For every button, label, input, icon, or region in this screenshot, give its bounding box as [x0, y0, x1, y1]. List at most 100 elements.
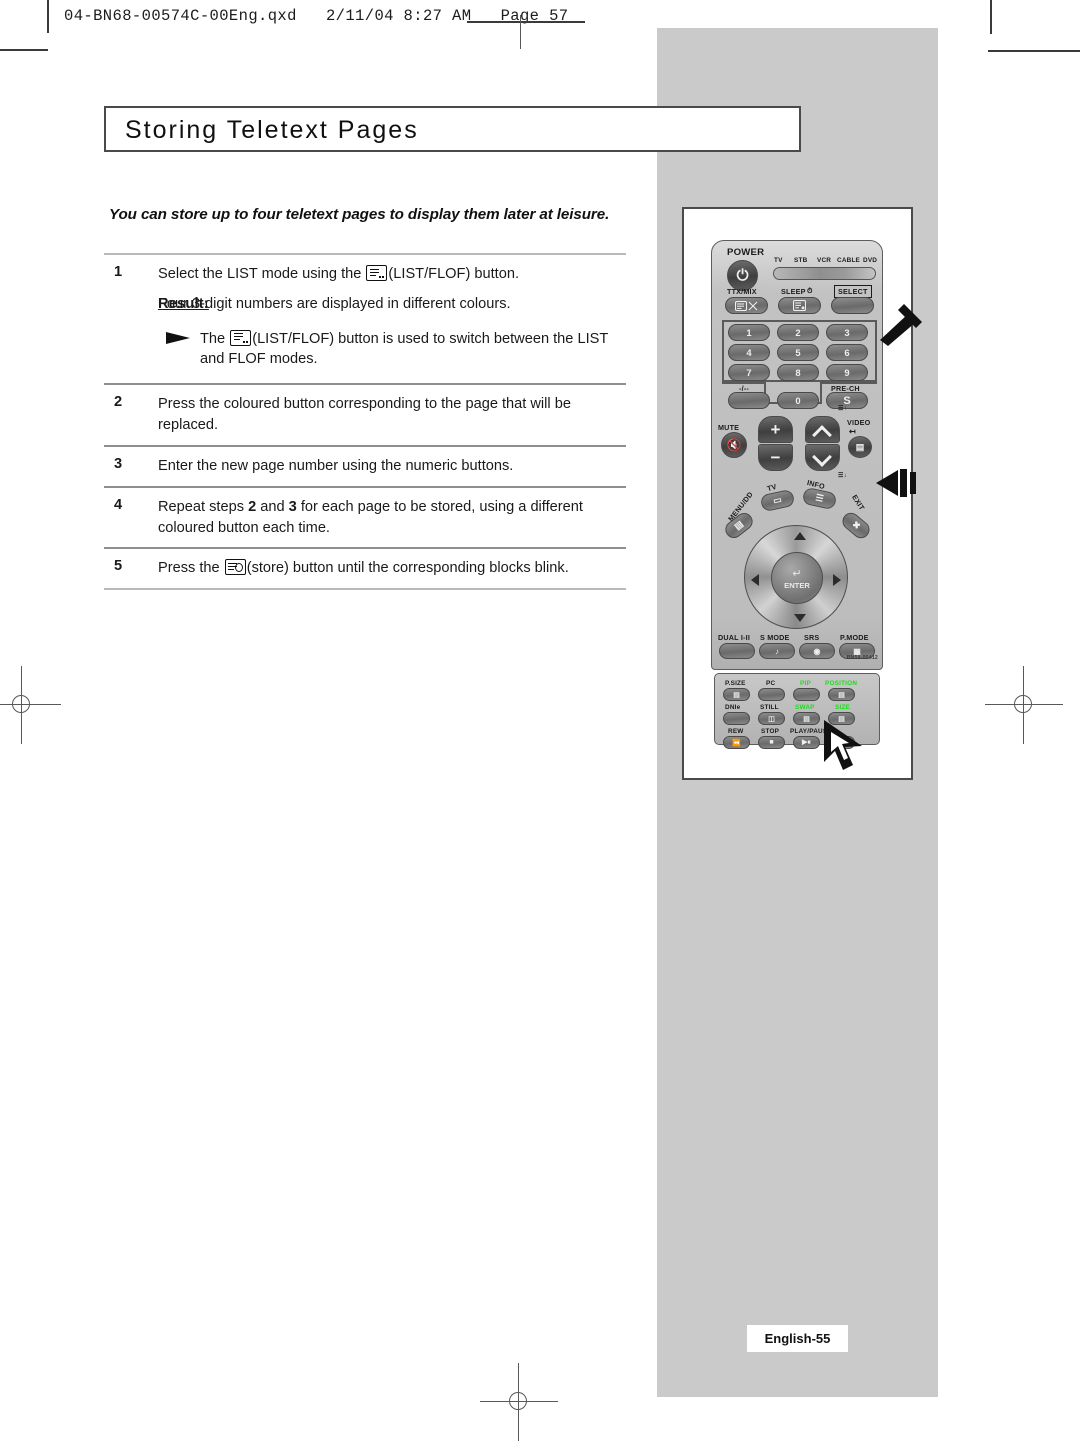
step-body: Repeat steps 2 and 3 for each page to be… [158, 497, 626, 538]
pc-label: PC [766, 680, 776, 687]
nav-right-arrow-icon[interactable] [833, 574, 841, 586]
power-label: POWER [727, 247, 765, 258]
sleep-clock-icon: ⏱ [807, 286, 813, 295]
channel-down-button[interactable] [805, 444, 840, 471]
enter-button[interactable]: ↵ ENTER [771, 552, 823, 604]
note-tail: (LIST/FLOF) button is used to switch bet… [200, 330, 609, 368]
srs-label: SRS [804, 633, 820, 642]
step-number: 4 [114, 496, 123, 513]
teletext-page-down-icon: ☰↓ [838, 473, 847, 479]
size-label: SIZE [835, 704, 851, 711]
header-underline [467, 21, 585, 23]
video-label: VIDEO [847, 418, 871, 427]
crop-mark-top-right-horizontal [988, 50, 1080, 52]
step-text-a: Repeat steps [158, 498, 249, 515]
store-icon [224, 559, 246, 576]
still-button[interactable]: ◫ [758, 712, 785, 725]
video-source-icon: ↤ [849, 427, 856, 436]
key-4[interactable]: 4 [728, 344, 770, 361]
result-text: Four 3-digit numbers are displayed in di… [158, 295, 511, 312]
pip-label: PIP [800, 680, 811, 687]
mode-selector-bar[interactable] [773, 267, 876, 280]
pre-ch-button[interactable]: S [826, 392, 868, 409]
step-number: 5 [114, 558, 123, 575]
remote-control-illustration: POWER ⏻ TV STB VCR CABLE DVD TTX/MIX SLE… [711, 240, 883, 749]
crop-mark-top-center [520, 15, 522, 49]
key-2[interactable]: 2 [777, 324, 819, 341]
sleep-icon [793, 300, 806, 311]
channel-up-button[interactable] [805, 416, 840, 443]
volume-up-button[interactable]: + [758, 416, 793, 443]
key-1[interactable]: 1 [728, 324, 770, 341]
divider [104, 588, 626, 591]
teletext-page-up-icon: ☰↑ [838, 406, 847, 412]
page-footer: English-55 [747, 1325, 848, 1352]
ttx-mix-button[interactable] [725, 297, 768, 314]
callout-arrow-video [876, 469, 916, 497]
rew-button[interactable]: ⏪ [723, 736, 750, 749]
dnie-label: DNIe [725, 704, 741, 711]
step-2: 2 Press the coloured button correspondin… [104, 385, 626, 444]
header-rule [47, 0, 49, 33]
registration-mark-left [0, 666, 61, 744]
step-number: 3 [114, 455, 123, 472]
step-text-b: and [256, 498, 289, 515]
step-1-result: Result: Four 3-digit numbers are display… [158, 294, 626, 315]
volume-down-button[interactable]: − [758, 444, 793, 471]
sleep-button[interactable] [778, 297, 821, 314]
step-text-lead: Press the [158, 560, 224, 577]
step-body: Press the (store) button until the corre… [158, 558, 626, 579]
s-mode-button[interactable]: ♪ [759, 643, 795, 659]
step-body: Enter the new page number using the nume… [158, 457, 514, 474]
enter-icon: ↵ [792, 567, 802, 580]
pc-button[interactable] [758, 688, 785, 701]
dual-button[interactable] [719, 643, 755, 659]
model-code: BN59-00412 [846, 655, 878, 661]
swap-label: SWAP [795, 704, 815, 711]
page-title-box: Storing Teletext Pages [104, 106, 801, 152]
step-ref-2: 2 [248, 498, 257, 515]
step-number: 2 [114, 394, 123, 411]
ttx-mix-label: TTX/MIX [727, 287, 757, 296]
note-lead: The [200, 330, 230, 347]
srs-button[interactable]: ◉ [799, 643, 835, 659]
crop-mark-top-left [0, 49, 48, 51]
nav-down-arrow-icon[interactable] [794, 614, 806, 622]
swap-button[interactable]: ▤ [793, 712, 820, 725]
key-8[interactable]: 8 [777, 364, 819, 381]
video-button[interactable]: ▤ [848, 436, 872, 458]
dual-label: DUAL I-II [718, 633, 751, 642]
key-3[interactable]: 3 [826, 324, 868, 341]
mode-label-cable: CABLE [837, 257, 861, 264]
steps-list: 1 Select the LIST mode using the (LIST/F… [104, 253, 626, 591]
position-button[interactable]: ▤ [828, 688, 855, 701]
key-7[interactable]: 7 [728, 364, 770, 381]
step-text-tail: (LIST/FLOF) button. [388, 266, 519, 283]
position-label: POSITION [825, 680, 858, 687]
rew-label: REW [728, 728, 744, 735]
nav-left-arrow-icon[interactable] [751, 574, 759, 586]
zero-button[interactable]: 0 [777, 392, 819, 409]
mode-label-vcr: VCR [817, 257, 832, 264]
dnie-button[interactable] [723, 712, 750, 725]
step-text-tail: (store) button until the corresponding b… [246, 560, 569, 577]
step-5: 5 Press the (store) button until the cor… [104, 549, 626, 588]
mute-button[interactable]: 🔇 [721, 432, 747, 458]
registration-mark-right [985, 666, 1063, 744]
key-9[interactable]: 9 [826, 364, 868, 381]
list-flof-icon [366, 265, 388, 282]
nav-up-arrow-icon[interactable] [794, 532, 806, 540]
p-size-button[interactable]: ▤ [723, 688, 750, 701]
key-5[interactable]: 5 [777, 344, 819, 361]
crop-mark-top-right-vertical [990, 0, 992, 34]
select-button[interactable] [831, 297, 874, 314]
play-pause-button[interactable]: ▶⏸ [793, 736, 820, 749]
p-size-label: P.SIZE [725, 680, 746, 687]
dash-dash-button[interactable] [728, 392, 770, 409]
step-4: 4 Repeat steps 2 and 3 for each page to … [104, 488, 626, 547]
navigation-ring[interactable]: ↵ ENTER [744, 525, 848, 629]
stop-button[interactable]: ■ [758, 736, 785, 749]
pip-button[interactable] [793, 688, 820, 701]
key-6[interactable]: 6 [826, 344, 868, 361]
registration-mark-bottom [480, 1363, 558, 1441]
